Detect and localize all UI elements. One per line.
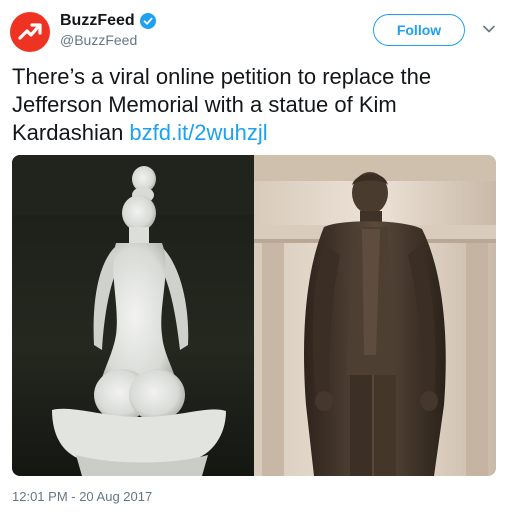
tweet-link[interactable]: bzfd.it/2wuhzjl [129,120,267,145]
trending-arrow-icon [18,23,42,40]
media-image-left[interactable] [12,155,254,476]
tweet-text: There’s a viral online petition to repla… [12,63,492,147]
media-image-right[interactable] [254,155,496,476]
avatar[interactable] [10,12,50,52]
follow-button[interactable]: Follow [373,14,465,46]
chevron-down-icon[interactable] [482,22,496,36]
display-name[interactable]: BuzzFeed [60,12,135,30]
author-handle[interactable]: @BuzzFeed [60,32,137,48]
author-name-row: BuzzFeed [60,12,156,30]
tweet-timestamp[interactable]: 12:01 PM - 20 Aug 2017 [12,489,152,504]
verified-badge-icon [139,13,156,29]
tweet-media[interactable] [12,155,496,476]
